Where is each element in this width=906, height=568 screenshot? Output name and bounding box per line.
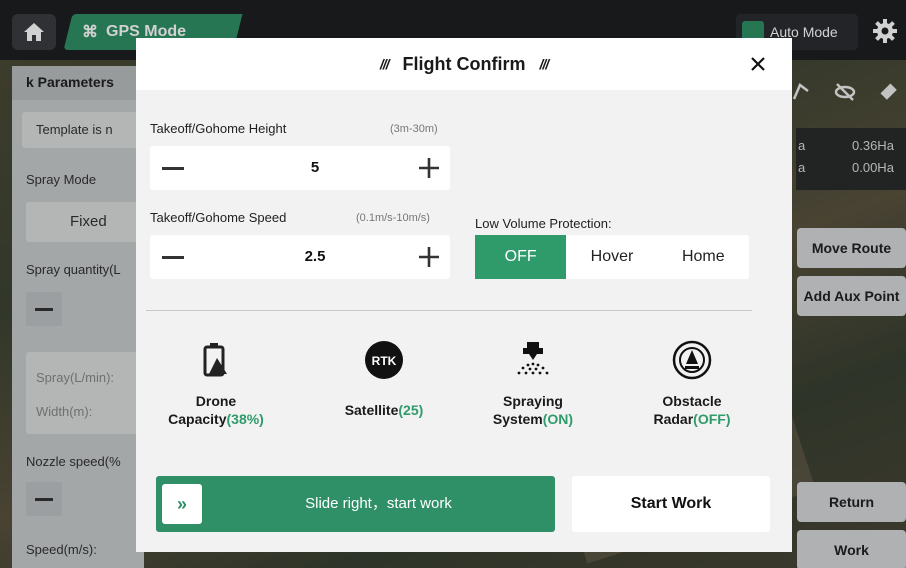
speed-minus-button[interactable] [156, 242, 190, 272]
low-volume-segmented-control: OFF Hover Home [475, 235, 749, 279]
height-plus-button[interactable] [412, 153, 446, 183]
radar-line2: Radar [653, 411, 694, 427]
takeoff-speed-range: (0.1m/s-10m/s) [356, 212, 430, 224]
satellite-value: (25) [398, 402, 424, 418]
spraying-value: (ON) [542, 411, 574, 427]
radar-icon [672, 340, 712, 380]
plus-icon [419, 158, 439, 178]
radar-line1: Obstacle [662, 393, 722, 409]
spraying-line2: System [492, 411, 543, 427]
takeoff-height-value[interactable]: 5 [270, 146, 360, 190]
obstacle-radar-status: Obstacle Radar(OFF) [617, 338, 767, 448]
takeoff-speed-label: Takeoff/Gohome Speed [150, 210, 287, 225]
drone-capacity-status: Drone Capacity(38%) [141, 338, 291, 448]
minus-icon [162, 255, 184, 259]
low-volume-label: Low Volume Protection: [475, 216, 612, 231]
title-decoration-left: /// [379, 56, 390, 72]
takeoff-height-range: (3m-30m) [390, 123, 438, 135]
close-icon [751, 57, 765, 71]
start-work-button[interactable]: Start Work [572, 476, 770, 532]
radar-value: (OFF) [693, 411, 731, 427]
rtk-icon: RTK [365, 341, 403, 379]
dialog-header: /// Flight Confirm /// [136, 38, 792, 90]
spraying-line1: Spraying [503, 393, 563, 409]
takeoff-height-label: Takeoff/Gohome Height [150, 121, 287, 136]
takeoff-height-stepper: 5 [150, 146, 450, 190]
slide-knob[interactable]: » [162, 484, 202, 524]
dialog-title-row: /// Flight Confirm /// [136, 38, 792, 90]
spraying-system-status: Spraying System(ON) [458, 338, 608, 448]
takeoff-speed-value[interactable]: 2.5 [270, 235, 360, 279]
takeoff-speed-stepper: 2.5 [150, 235, 450, 279]
sprayer-icon [517, 342, 549, 375]
minus-icon [162, 166, 184, 170]
slide-to-start-control[interactable]: » Slide right，start work [156, 476, 555, 532]
height-minus-button[interactable] [156, 153, 190, 183]
svg-text:RTK: RTK [372, 354, 397, 368]
low-volume-option-hover[interactable]: Hover [566, 235, 657, 279]
plus-icon [419, 247, 439, 267]
speed-plus-button[interactable] [412, 242, 446, 272]
drone-capacity-line2: Capacity [168, 411, 227, 427]
satellite-label: Satellite [344, 402, 399, 418]
flight-confirm-dialog: /// Flight Confirm /// Takeoff/Gohome He… [136, 38, 792, 552]
dialog-title: Flight Confirm [402, 53, 526, 74]
low-volume-option-off[interactable]: OFF [475, 235, 567, 279]
battery-drone-icon [203, 343, 227, 377]
section-divider [146, 310, 752, 311]
satellite-status: RTK Satellite(25) [309, 338, 459, 448]
low-volume-option-home[interactable]: Home [658, 235, 749, 279]
title-decoration-right: /// [539, 56, 549, 72]
close-button[interactable] [744, 50, 772, 78]
slide-text: Slide right，start work [305, 495, 452, 512]
drone-capacity-value: (38%) [226, 411, 264, 427]
drone-capacity-line1: Drone [195, 393, 237, 409]
